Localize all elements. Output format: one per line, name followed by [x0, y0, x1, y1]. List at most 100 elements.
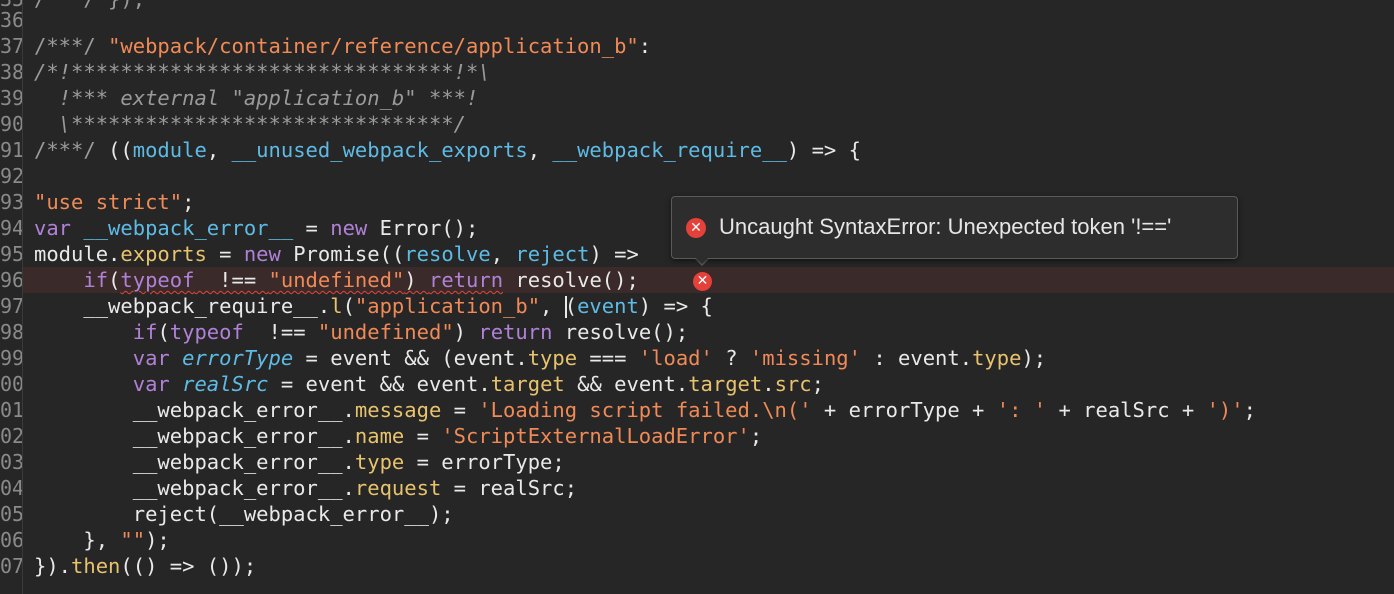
code-line: /***/ "webpack/container/reference/appli…	[34, 33, 651, 59]
identifier: __webpack_error__.	[34, 398, 355, 422]
comment: ***!	[416, 86, 479, 110]
string: "undefined"	[268, 268, 405, 292]
code-line: }, "");	[34, 527, 170, 553]
code-line: /*!*******************************!*\	[34, 59, 491, 85]
property: type	[972, 346, 1022, 370]
property: type	[527, 346, 578, 370]
code-line: var errorType = event && (event.type ===…	[34, 345, 1046, 371]
property: exports	[120, 242, 207, 266]
code-line: \*******************************/	[34, 111, 466, 137]
string: 'load'	[638, 346, 713, 370]
param: reject	[515, 242, 590, 266]
code-editor[interactable]: 35 36 37 38 39 90 91 92 93 94 95 96 97 9…	[0, 0, 1394, 594]
identifier: __webpack_error__.	[34, 424, 355, 448]
expression: = errorType;	[404, 450, 565, 474]
punctuation: );	[145, 528, 170, 552]
keyword: if	[83, 268, 109, 292]
error-message: Uncaught SyntaxError: Unexpected token '…	[719, 214, 1172, 239]
variable: realSrc	[169, 372, 269, 396]
punctuation: ) =>	[589, 242, 639, 266]
param: resolve	[404, 242, 491, 266]
error-glyph: ✕	[696, 273, 709, 289]
punctuation: :	[638, 34, 652, 58]
punctuation: (	[157, 320, 170, 344]
comment: /***/ });	[34, 0, 145, 11]
param: event	[577, 294, 639, 318]
keyword: new	[330, 216, 368, 240]
param: module	[132, 138, 207, 162]
operator: =	[206, 242, 244, 266]
operator: =	[293, 216, 331, 240]
expression: + realSrc +	[1046, 398, 1207, 422]
string: 'Loading script failed.\n('	[478, 398, 812, 422]
string: "use strict"	[34, 190, 183, 214]
punctuation: ) => {	[786, 138, 861, 162]
expression: Error();	[367, 216, 479, 240]
operator: !==	[243, 320, 318, 344]
code-line: reject(__webpack_error__);	[34, 501, 454, 527]
code-line: if(typeof !== "undefined") return resolv…	[34, 319, 688, 345]
keyword: return	[478, 320, 553, 344]
code-line: __webpack_error__.name = 'ScriptExternal…	[34, 423, 762, 449]
punctuation: ,	[490, 242, 516, 266]
variable: errorType	[169, 346, 294, 370]
function: then	[71, 554, 121, 578]
error-x-icon: ✕	[686, 218, 706, 238]
expression: resolve();	[503, 268, 639, 292]
operator: =	[441, 398, 479, 422]
expression: = realSrc;	[441, 476, 578, 500]
string: "webpack/container/reference/application…	[108, 34, 639, 58]
expression: = event && event.	[268, 372, 491, 396]
error-x-icon[interactable]: ✕	[693, 272, 712, 291]
code-line: var __webpack_error__ = new Error();	[34, 215, 478, 241]
code-line: "use strict";	[34, 189, 194, 215]
string: ')'	[1206, 398, 1244, 422]
expression: = event && (event.	[293, 346, 528, 370]
identifier: __webpack_error__.	[34, 476, 355, 500]
punctuation: ;	[1243, 398, 1256, 422]
operator: =	[404, 424, 442, 448]
string: 'ScriptExternalLoadError'	[441, 424, 750, 448]
code-line: __webpack_error__.type = errorType;	[34, 449, 565, 475]
identifier: __webpack_require__.	[34, 294, 331, 318]
string: ': '	[996, 398, 1047, 422]
keyword: var	[132, 346, 170, 370]
comment: /*!*******************************!*\	[34, 60, 491, 84]
property: target	[688, 372, 763, 396]
code-line: __webpack_require__.l("application_b", (…	[34, 293, 713, 319]
expression: + errorType +	[811, 398, 997, 422]
operator: ?	[712, 346, 750, 370]
param: __unused_webpack_exports	[231, 138, 528, 162]
code-line: __webpack_error__.message = 'Loading scr…	[34, 397, 1256, 423]
punctuation: (	[342, 294, 355, 318]
property: name	[354, 424, 405, 448]
code-area[interactable]: /***/ }); /***/ "webpack/container/refer…	[0, 0, 1394, 594]
keyword: return	[428, 268, 504, 292]
punctuation: .	[762, 372, 775, 396]
identifier: __webpack_error__.	[34, 450, 355, 474]
punctuation: ,	[206, 138, 232, 162]
punctuation: ,	[527, 138, 553, 162]
punctuation: ,	[540, 294, 565, 318]
punctuation: )	[453, 320, 479, 344]
comment: \*******************************/	[34, 112, 466, 136]
punctuation: );	[1021, 346, 1047, 370]
keyword: var	[132, 372, 170, 396]
expression: && event.	[564, 372, 689, 396]
punctuation: ((	[108, 138, 133, 162]
keyword: if	[132, 320, 158, 344]
string: "undefined"	[317, 320, 454, 344]
code-line: !*** external "application_b" ***!	[34, 85, 479, 111]
string: 'missing'	[749, 346, 861, 370]
code-line: }).then(() => ());	[34, 553, 256, 579]
punctuation: (	[564, 294, 578, 318]
punctuation: ;	[182, 190, 195, 214]
property: target	[490, 372, 565, 396]
property: type	[354, 450, 405, 474]
comment: "application_b"	[231, 86, 417, 110]
operator: ===	[577, 346, 639, 370]
variable: __webpack_error__	[71, 216, 294, 240]
